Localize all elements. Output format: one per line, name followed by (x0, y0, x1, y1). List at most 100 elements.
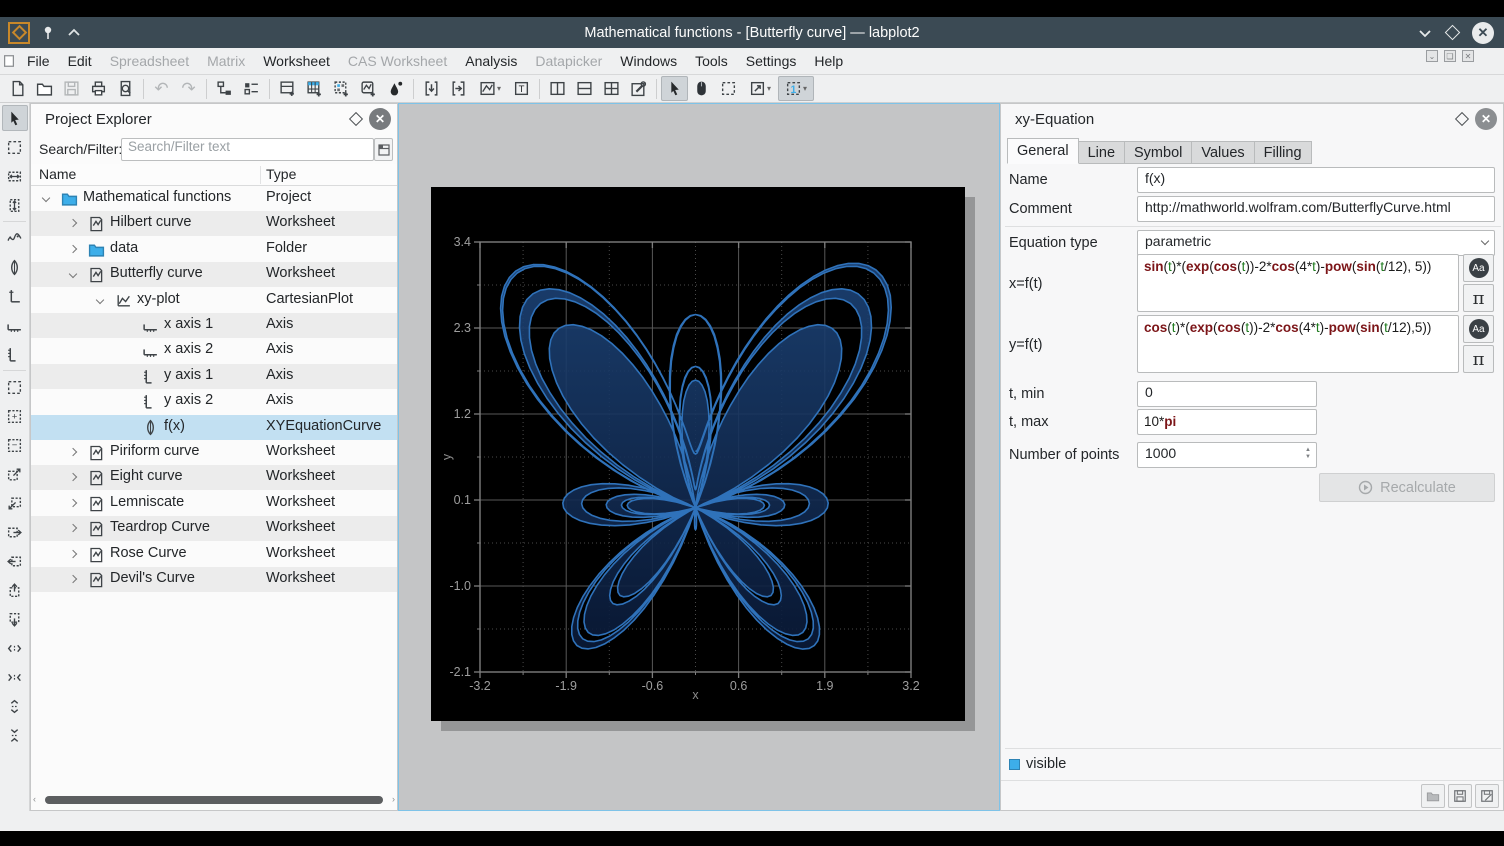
dock-shift-up-y-button[interactable] (2, 577, 28, 603)
mdi-restore-icon[interactable]: ❏ (1444, 50, 1456, 62)
print-preview-button[interactable] (112, 76, 139, 101)
recalculate-button[interactable]: Recalculate (1319, 473, 1495, 502)
dock-shift-left-x-button[interactable] (2, 548, 28, 574)
expander-right-icon[interactable] (69, 245, 77, 253)
new-project-button[interactable] (4, 76, 31, 101)
menu-spreadsheet[interactable]: Spreadsheet (101, 48, 198, 74)
menu-cas-worksheet[interactable]: CAS Worksheet (339, 48, 456, 74)
tree-row-y-axis-1[interactable]: y axis 1Axis (31, 364, 397, 389)
expander-down-icon[interactable] (42, 194, 50, 202)
shade-up-icon[interactable] (66, 27, 82, 39)
dock-shift-down-y-button[interactable] (2, 606, 28, 632)
zoom-select-mode-button[interactable] (715, 76, 742, 101)
scrollbar-thumb[interactable] (45, 796, 383, 804)
export-button[interactable] (445, 76, 472, 101)
menu-help[interactable]: Help (805, 48, 852, 74)
tree-row-x-axis-1[interactable]: x axis 1Axis (31, 313, 397, 338)
dock-shift-right-x-button[interactable] (2, 519, 28, 545)
tab-general[interactable]: General (1007, 138, 1079, 164)
menu-settings[interactable]: Settings (737, 48, 806, 74)
tree-row-piriform-curve[interactable]: Piriform curveWorksheet (31, 440, 397, 465)
toggle-project-explorer-button[interactable] (211, 76, 238, 101)
new-matrix-button[interactable] (328, 76, 355, 101)
y-functions-button[interactable]: π (1463, 345, 1494, 373)
column-type[interactable]: Type (266, 166, 296, 182)
tree-row-rose-curve[interactable]: Rose CurveWorksheet (31, 542, 397, 567)
horizontal-layout-button[interactable] (571, 76, 598, 101)
expander-right-icon[interactable] (69, 499, 77, 507)
search-input[interactable]: Search/Filter text (121, 138, 374, 161)
dock-add-x-axis-button[interactable] (2, 312, 28, 338)
expander-down-icon[interactable] (96, 295, 104, 303)
spin-arrows-icon[interactable]: ▲▼ (1305, 447, 1311, 460)
tab-symbol[interactable]: Symbol (1125, 141, 1192, 164)
tree-row-lemniscate[interactable]: LemniscateWorksheet (31, 491, 397, 516)
expander-right-icon[interactable] (69, 524, 77, 532)
tab-values[interactable]: Values (1192, 141, 1254, 164)
close-icon[interactable]: ✕ (1472, 22, 1494, 44)
dock-auto-scale-y-button[interactable]: − (2, 432, 28, 458)
dock-select-y-region-button[interactable] (2, 192, 28, 218)
maximize-icon[interactable] (1445, 25, 1461, 41)
grid-layout-button[interactable] (598, 76, 625, 101)
tree-row-hilbert-curve[interactable]: Hilbert curveWorksheet (31, 211, 397, 236)
dock-select-x-region-button[interactable] (2, 163, 28, 189)
menu-tools[interactable]: Tools (686, 48, 737, 74)
tree-header[interactable]: Name Type (31, 164, 397, 186)
points-spinbox[interactable]: 1000 ▲▼ (1137, 442, 1317, 468)
dock-auto-scale-button[interactable] (2, 374, 28, 400)
menu-windows[interactable]: Windows (611, 48, 686, 74)
magnification-button[interactable]: 1▾ (778, 76, 814, 101)
new-workbook-button[interactable] (274, 76, 301, 101)
save-template-button[interactable] (1448, 784, 1472, 808)
scroll-left-icon[interactable]: ‹ (33, 794, 36, 804)
x-equation-input[interactable]: sin(t)*(exp(cos(t))-2*cos(4*t)-pow(sin(t… (1137, 254, 1459, 312)
print-button[interactable] (85, 76, 112, 101)
mdi-minimize-icon[interactable]: ⌄ (1426, 50, 1438, 62)
tmax-input[interactable]: 10*pi (1137, 409, 1317, 435)
tree-row-eight-curve[interactable]: Eight curveWorksheet (31, 465, 397, 490)
new-worksheet-button[interactable] (355, 76, 382, 101)
load-template-button[interactable] (1421, 784, 1445, 808)
expander-right-icon[interactable] (69, 448, 77, 456)
worksheet-view[interactable]: 3.4-3.22.3-1.91.2-0.60.10.6-1.01.9-2.13.… (398, 103, 1000, 811)
tree-row-teardrop-curve[interactable]: Teardrop CurveWorksheet (31, 516, 397, 541)
visible-checkbox-row[interactable]: visible (1009, 756, 1066, 772)
dock-zoom-in-x-button[interactable] (2, 635, 28, 661)
dock-add-equation-curve-button[interactable] (2, 254, 28, 280)
close-panel-icon[interactable]: ✕ (1475, 108, 1497, 130)
dock-zoom-in-y-button[interactable] (2, 693, 28, 719)
tab-filling[interactable]: Filling (1255, 141, 1312, 164)
text-label-button[interactable]: T (508, 76, 535, 101)
visible-checkbox[interactable] (1009, 759, 1020, 770)
butterfly-plot[interactable]: 3.4-3.22.3-1.91.2-0.60.10.6-1.01.9-2.13.… (431, 187, 965, 721)
save-template-as-button[interactable] (1475, 784, 1499, 808)
tree-row-f-x-[interactable]: f(x)XYEquationCurve (31, 415, 397, 440)
horizontal-scrollbar[interactable]: ‹ › (33, 794, 395, 806)
dock-auto-scale-x-button[interactable]: + (2, 403, 28, 429)
menu-edit[interactable]: Edit (59, 48, 101, 74)
y-constants-button[interactable]: Aa (1463, 315, 1494, 343)
name-input[interactable]: f(x) (1137, 167, 1495, 193)
undo-button[interactable]: ↶ (148, 76, 175, 101)
save-project-button[interactable] (58, 76, 85, 101)
menu-matrix[interactable]: Matrix (198, 48, 254, 74)
edit-layout-button[interactable] (625, 76, 652, 101)
tree-row-mathematical-functions[interactable]: Mathematical functionsProject (31, 186, 397, 211)
zoom-mode-button[interactable]: ▾ (742, 76, 778, 101)
float-panel-icon[interactable] (1455, 112, 1469, 126)
dock-zoom-out-x-button[interactable] (2, 664, 28, 690)
mdi-child-icon[interactable] (2, 54, 16, 68)
dock-zoom-out-y-button[interactable] (2, 722, 28, 748)
dock-zoom-in-selection-button[interactable] (2, 461, 28, 487)
tree-row-butterfly-curve[interactable]: Butterfly curveWorksheet (31, 262, 397, 287)
dock-add-axis-button[interactable] (2, 283, 28, 309)
new-datapicker-button[interactable] (382, 76, 409, 101)
expander-down-icon[interactable] (69, 270, 77, 278)
menu-datapicker[interactable]: Datapicker (526, 48, 611, 74)
expander-right-icon[interactable] (69, 549, 77, 557)
import-button[interactable] (418, 76, 445, 101)
toggle-properties-explorer-button[interactable] (238, 76, 265, 101)
tree-row-x-axis-2[interactable]: x axis 2Axis (31, 338, 397, 363)
redo-button[interactable]: ↷ (175, 76, 202, 101)
